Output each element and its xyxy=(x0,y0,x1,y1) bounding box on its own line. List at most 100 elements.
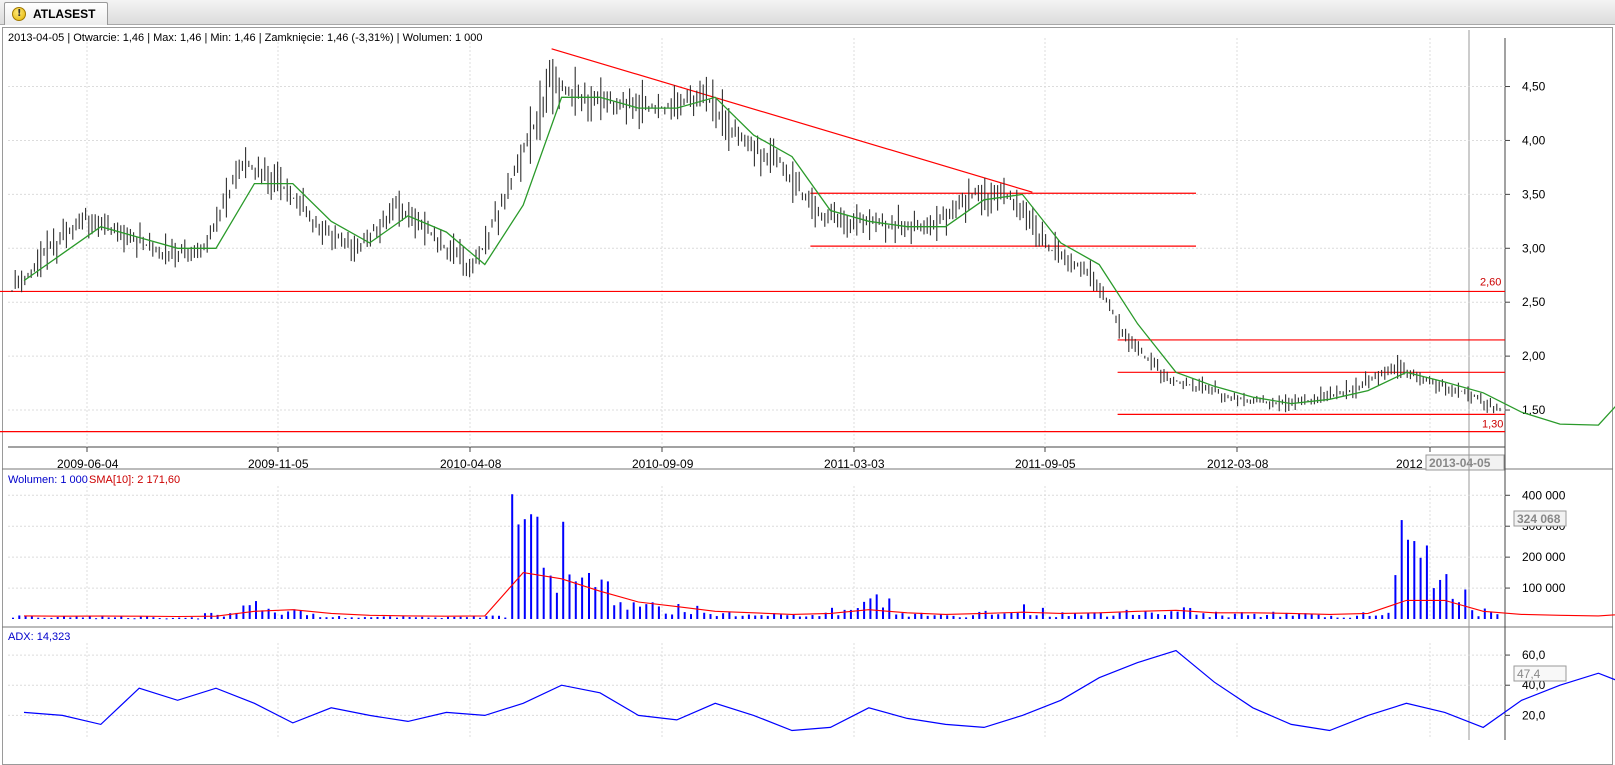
volume-bar xyxy=(805,616,808,619)
volume-bar xyxy=(754,615,757,619)
volume-bar xyxy=(709,614,712,619)
volume-bar xyxy=(1195,614,1198,619)
volume-bar xyxy=(588,572,590,619)
ohlc-info: 2013-04-05 | Otwarcie: 1,46 | Max: 1,46 … xyxy=(8,32,483,44)
volume-bar xyxy=(1317,614,1320,619)
volume-bar xyxy=(734,616,737,619)
volume-sma-line xyxy=(23,572,1615,618)
chart-canvas[interactable]: 2009-06-04 2009-11-05 2010-04-08 2010-09-09… xyxy=(0,0,1615,765)
volume-bar xyxy=(479,617,482,619)
volume-bar xyxy=(447,616,449,619)
volume-bar xyxy=(683,612,686,619)
volume-bar xyxy=(1138,614,1141,619)
volume-bar xyxy=(414,617,417,619)
volume-bar xyxy=(107,617,110,619)
volume-bar xyxy=(306,615,308,619)
volume-bar xyxy=(696,605,699,619)
volume-bar xyxy=(389,616,392,619)
volume-tick-label: 100 000 xyxy=(1522,581,1566,595)
volume-bar xyxy=(1432,588,1435,619)
volume-bar xyxy=(56,617,59,619)
volume-bar xyxy=(882,607,884,619)
volume-bar xyxy=(30,616,33,619)
volume-bar xyxy=(972,615,974,619)
volume-bar xyxy=(1118,612,1121,619)
price-tick-label: 3,50 xyxy=(1522,187,1546,201)
volume-bar xyxy=(1099,612,1102,619)
volume-bar xyxy=(1010,612,1013,619)
volume-bar xyxy=(965,617,968,619)
volume-bar xyxy=(907,616,910,619)
adx-cursor-label: 47,4 xyxy=(1517,667,1541,681)
volume-bar xyxy=(728,612,731,619)
volume-bar xyxy=(408,617,411,619)
volume-bar xyxy=(184,617,187,619)
volume-bar xyxy=(280,614,283,619)
volume-bar xyxy=(1336,617,1339,619)
volume-bar xyxy=(114,617,116,619)
volume-bar xyxy=(1413,541,1416,619)
price-tick-label: 2,00 xyxy=(1522,349,1546,363)
volume-bar xyxy=(178,617,181,619)
volume-bar xyxy=(523,519,526,619)
volume-bar xyxy=(1080,615,1083,619)
volume-bar xyxy=(1041,607,1044,619)
volume-bar xyxy=(837,615,840,619)
volume-bar xyxy=(222,616,225,619)
volume-bar xyxy=(1394,575,1397,619)
volume-bar xyxy=(1247,615,1250,619)
volume-bar xyxy=(562,521,565,619)
volume-bar xyxy=(1381,615,1384,619)
volume-bar xyxy=(517,524,520,619)
volume-bar xyxy=(12,617,14,619)
volume-bar xyxy=(632,602,635,619)
volume-bar xyxy=(703,612,706,619)
volume-bar xyxy=(786,615,789,619)
volume-bar xyxy=(434,617,437,619)
volume-bar xyxy=(536,516,539,619)
volume-bar xyxy=(1112,615,1115,619)
volume-bar xyxy=(555,592,558,619)
volume-bar xyxy=(498,615,500,619)
volume-bar xyxy=(715,616,718,619)
volume-bar xyxy=(939,614,942,619)
volume-bar xyxy=(1368,615,1371,619)
volume-bar xyxy=(1310,613,1313,619)
volume-bar xyxy=(338,616,341,619)
volume-bar xyxy=(319,617,322,619)
volume-bar xyxy=(504,617,507,619)
volume-bar xyxy=(1374,615,1377,619)
volume-bar xyxy=(626,609,629,619)
volume-bar xyxy=(1087,612,1090,619)
volume-bar xyxy=(312,613,315,619)
volume-tick-label: 400 000 xyxy=(1522,488,1566,502)
volume-bar xyxy=(511,494,514,619)
volume-bar xyxy=(1035,615,1038,619)
volume-bar xyxy=(1150,612,1153,619)
current-date-label: 2013-04-05 xyxy=(1429,456,1491,470)
volume-bar xyxy=(1253,613,1256,619)
volume-bar xyxy=(1164,614,1166,619)
volume-bar xyxy=(95,618,98,620)
volume-bar xyxy=(402,616,405,619)
volume-bar xyxy=(1439,579,1442,619)
adx-line xyxy=(23,649,1615,732)
volume-bar xyxy=(1342,617,1345,619)
volume-bar xyxy=(664,613,667,619)
volume-bar xyxy=(1464,589,1467,619)
volume-bar xyxy=(1496,614,1499,619)
volume-bar xyxy=(453,616,456,619)
volume-bar xyxy=(1356,615,1358,619)
volume-bar xyxy=(1016,612,1019,619)
volume-bar xyxy=(600,579,603,619)
volume-bar xyxy=(459,616,462,619)
volume-bar xyxy=(158,618,161,620)
volume-bar xyxy=(1259,616,1262,619)
x-tick-label: 2011-09-05 xyxy=(1015,457,1076,471)
volume-bar xyxy=(363,617,366,619)
volume-bar xyxy=(926,615,929,619)
volume-bar xyxy=(1182,607,1185,619)
volume-bar xyxy=(1233,613,1236,619)
volume-tick-label: 200 000 xyxy=(1522,550,1566,564)
volume-info: Wolumen: 1 000 xyxy=(8,474,88,486)
